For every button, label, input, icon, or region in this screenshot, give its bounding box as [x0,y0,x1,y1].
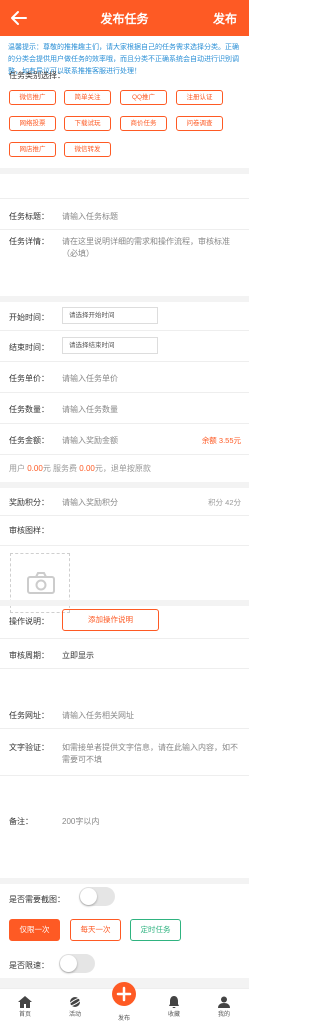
amount-input[interactable]: 请输入奖励金额 [62,435,118,446]
section-divider [0,482,249,488]
toggle-knob [60,955,77,972]
quantity-input[interactable]: 请输入任务数量 [62,404,118,415]
fee-user-value: 0.00 [27,464,43,473]
category-tag-3[interactable]: 注册认证 [176,90,223,105]
category-tag-8[interactable]: 网店推广 [9,142,56,157]
end-time-picker[interactable]: 请选择结束时间 [62,337,158,354]
points-input[interactable]: 请输入奖励积分 [62,497,118,508]
divider [0,775,249,776]
divider [0,423,249,424]
timed-task-button[interactable]: 定时任务 [130,919,181,941]
divider [0,229,249,230]
screenshot-toggle[interactable] [79,887,115,906]
fee-info: 用户 0.00元 服务费 0.00元，退单按原款 [9,463,151,474]
points-balance: 积分 42分 [208,498,241,507]
category-tag-9[interactable]: 微信转发 [64,142,111,157]
category-tag-5[interactable]: 下载试玩 [64,116,111,131]
divider [0,454,249,455]
url-input[interactable]: 请输入任务相关网址 [62,710,134,721]
divider [0,515,249,516]
detail-textarea[interactable]: 请在这里说明详细的需求和操作流程，审核标准（必填） [62,236,242,260]
tab-home[interactable]: 首页 [5,996,45,1018]
category-tag-2[interactable]: QQ推广 [120,90,167,105]
fee-service-value: 0.00 [79,464,95,473]
home-icon [18,996,32,1008]
tab-label: 首页 [18,1012,31,1018]
divider [0,728,249,729]
page-title: 发布任务 [100,12,149,26]
divider [0,198,249,199]
operation-label: 操作说明： [9,617,49,626]
title-label: 任务标题： [9,212,49,221]
top-bar: 发布任务 发布 [0,0,249,36]
section-divider [0,878,249,884]
url-label: 任务网址： [9,711,49,720]
fee-unit: 元 [94,464,103,473]
quantity-label: 任务数量： [9,405,49,414]
category-tag-1[interactable]: 简单关注 [64,90,111,105]
fee-refund-note: ，退单按原款 [102,464,151,473]
divider [0,638,249,639]
text-verify-input[interactable]: 如需接单者提供文字信息，请在此输入内容，如不需要可不填 [62,742,240,766]
tab-label: 收藏 [167,1012,180,1018]
period-label: 审核周期： [9,651,49,660]
add-operation-button[interactable]: 添加操作说明 [62,609,159,631]
note-label: 备注： [9,817,33,826]
limit-once-button[interactable]: 仅限一次 [9,919,60,941]
section-divider [0,600,249,606]
divider [0,668,249,669]
category-tag-6[interactable]: 商价任务 [120,116,167,131]
start-time-picker[interactable]: 请选择开始时间 [62,307,158,324]
divider [0,361,249,362]
camera-icon [27,572,55,594]
end-time-label: 结束时间： [9,343,49,352]
note-input[interactable]: 200字以内 [62,816,99,827]
section-divider [0,168,249,174]
points-label: 奖励积分： [9,498,49,507]
period-value[interactable]: 立即显示 [62,650,94,661]
price-label: 任务单价： [9,374,49,383]
detail-label: 任务详情： [9,237,49,246]
toggle-knob [80,888,97,905]
planet-icon [69,997,81,1007]
fee-user-prefix: 用户 [9,464,25,473]
tab-label: 活动 [68,1012,81,1018]
limit-daily-button[interactable]: 每天一次 [70,919,121,941]
balance-text: 余额 3.55元 [201,436,241,445]
text-verify-label: 文字验证： [9,743,49,752]
divider [0,545,249,546]
fee-unit: 元 [42,464,51,473]
divider [0,392,249,393]
title-input[interactable]: 请输入任务标题 [62,211,118,222]
speed-limit-label: 是否限速： [9,961,49,970]
publish-button[interactable]: 发布 [213,10,237,27]
category-tag-7[interactable]: 问卷调查 [176,116,223,131]
image-label: 审核图样： [9,526,49,535]
divider [0,330,249,331]
fee-service-prefix: 服务费 [53,464,78,473]
tab-publish[interactable]: 发布 [104,1013,144,1022]
start-time-label: 开始时间： [9,313,49,322]
category-tag-4[interactable]: 网络投票 [9,116,56,131]
section-divider [0,296,249,302]
tab-activity[interactable]: 活动 [55,996,95,1018]
publish-plus-icon[interactable] [112,982,136,1006]
bell-icon [169,996,179,1008]
tab-label: 我的 [217,1012,230,1018]
price-input[interactable]: 请输入任务单价 [62,373,118,384]
category-label: 任务类别选择： [9,71,65,80]
tab-mine[interactable]: 我的 [204,996,244,1018]
amount-label: 任务金额： [9,436,49,445]
screenshot-label: 是否需要截图： [9,895,65,904]
user-icon [218,996,230,1008]
tab-favorite[interactable]: 收藏 [154,996,194,1018]
speed-limit-toggle[interactable] [59,954,95,973]
category-tag-0[interactable]: 微信推广 [9,90,56,105]
